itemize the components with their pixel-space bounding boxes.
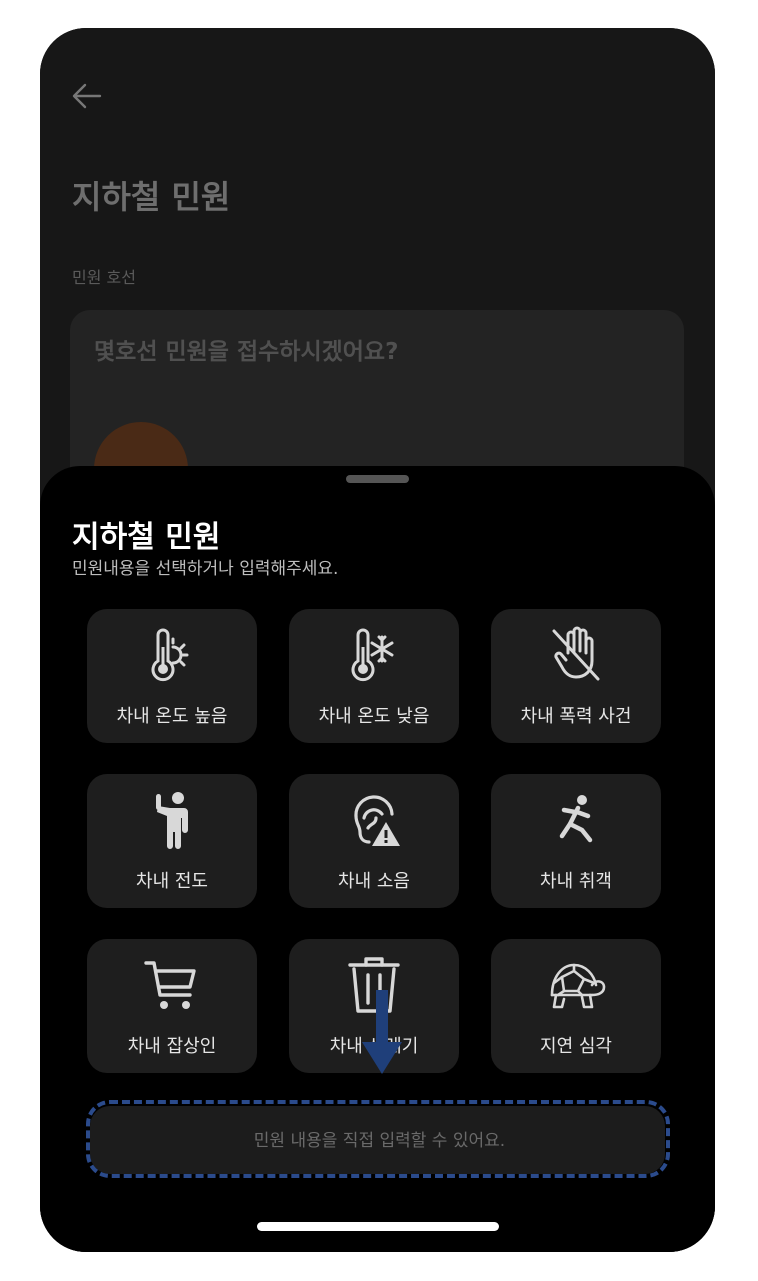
page-title: 지하철 민원 xyxy=(72,178,231,216)
option-label: 차내 전도 xyxy=(136,871,208,892)
option-low-temp[interactable]: 차내 온도 낮음 xyxy=(289,609,459,743)
phone-screen: 지하철 민원 민원 호선 몇호선 민원을 접수하시겠어요? 지하철 민원 민원내… xyxy=(40,28,715,1252)
ear-warning-icon xyxy=(354,795,400,846)
option-label: 차내 온도 낮음 xyxy=(318,706,430,727)
person-slip-icon xyxy=(559,795,593,843)
hand-off-icon xyxy=(552,626,600,681)
cart-icon xyxy=(144,961,196,1009)
option-label: 차내 폭력 사건 xyxy=(520,706,632,727)
option-trash[interactable]: 차내 쓰레기 xyxy=(289,939,459,1073)
option-label: 지연 심각 xyxy=(540,1036,612,1057)
option-high-temp[interactable]: 차내 온도 높음 xyxy=(87,609,257,743)
thermometer-snow-icon xyxy=(351,628,394,682)
bottom-sheet: 지하철 민원 민원내용을 선택하거나 입력해주세요. 차내 온도 높음 차내 온… xyxy=(40,466,715,1252)
complaint-input[interactable] xyxy=(90,1106,669,1176)
trash-icon xyxy=(348,957,400,1013)
option-fall[interactable]: 차내 전도 xyxy=(87,774,257,908)
option-drunk[interactable]: 차내 취객 xyxy=(491,774,661,908)
option-label: 차내 소음 xyxy=(338,871,410,892)
complaint-input-box[interactable] xyxy=(90,1106,669,1176)
home-indicator[interactable] xyxy=(257,1222,499,1231)
thermometer-sun-icon xyxy=(151,628,189,682)
line-question: 몇호선 민원을 접수하시겠어요? xyxy=(94,339,399,365)
sheet-title: 지하철 민원 xyxy=(72,520,221,555)
sheet-grabber[interactable] xyxy=(346,475,409,483)
option-label: 차내 잡상인 xyxy=(127,1036,217,1057)
option-vendor[interactable]: 차내 잡상인 xyxy=(87,939,257,1073)
option-label: 차내 온도 높음 xyxy=(116,706,228,727)
turtle-icon xyxy=(550,963,606,1009)
option-noise[interactable]: 차내 소음 xyxy=(289,774,459,908)
option-label: 차내 쓰레기 xyxy=(329,1036,419,1057)
option-label: 차내 취객 xyxy=(540,871,612,892)
option-violence[interactable]: 차내 폭력 사건 xyxy=(491,609,661,743)
person-fall-icon xyxy=(156,792,188,849)
sheet-subtitle: 민원내용을 선택하거나 입력해주세요. xyxy=(72,559,339,579)
line-label: 민원 호선 xyxy=(72,268,136,287)
back-arrow-icon[interactable] xyxy=(70,82,104,110)
option-delay[interactable]: 지연 심각 xyxy=(491,939,661,1073)
